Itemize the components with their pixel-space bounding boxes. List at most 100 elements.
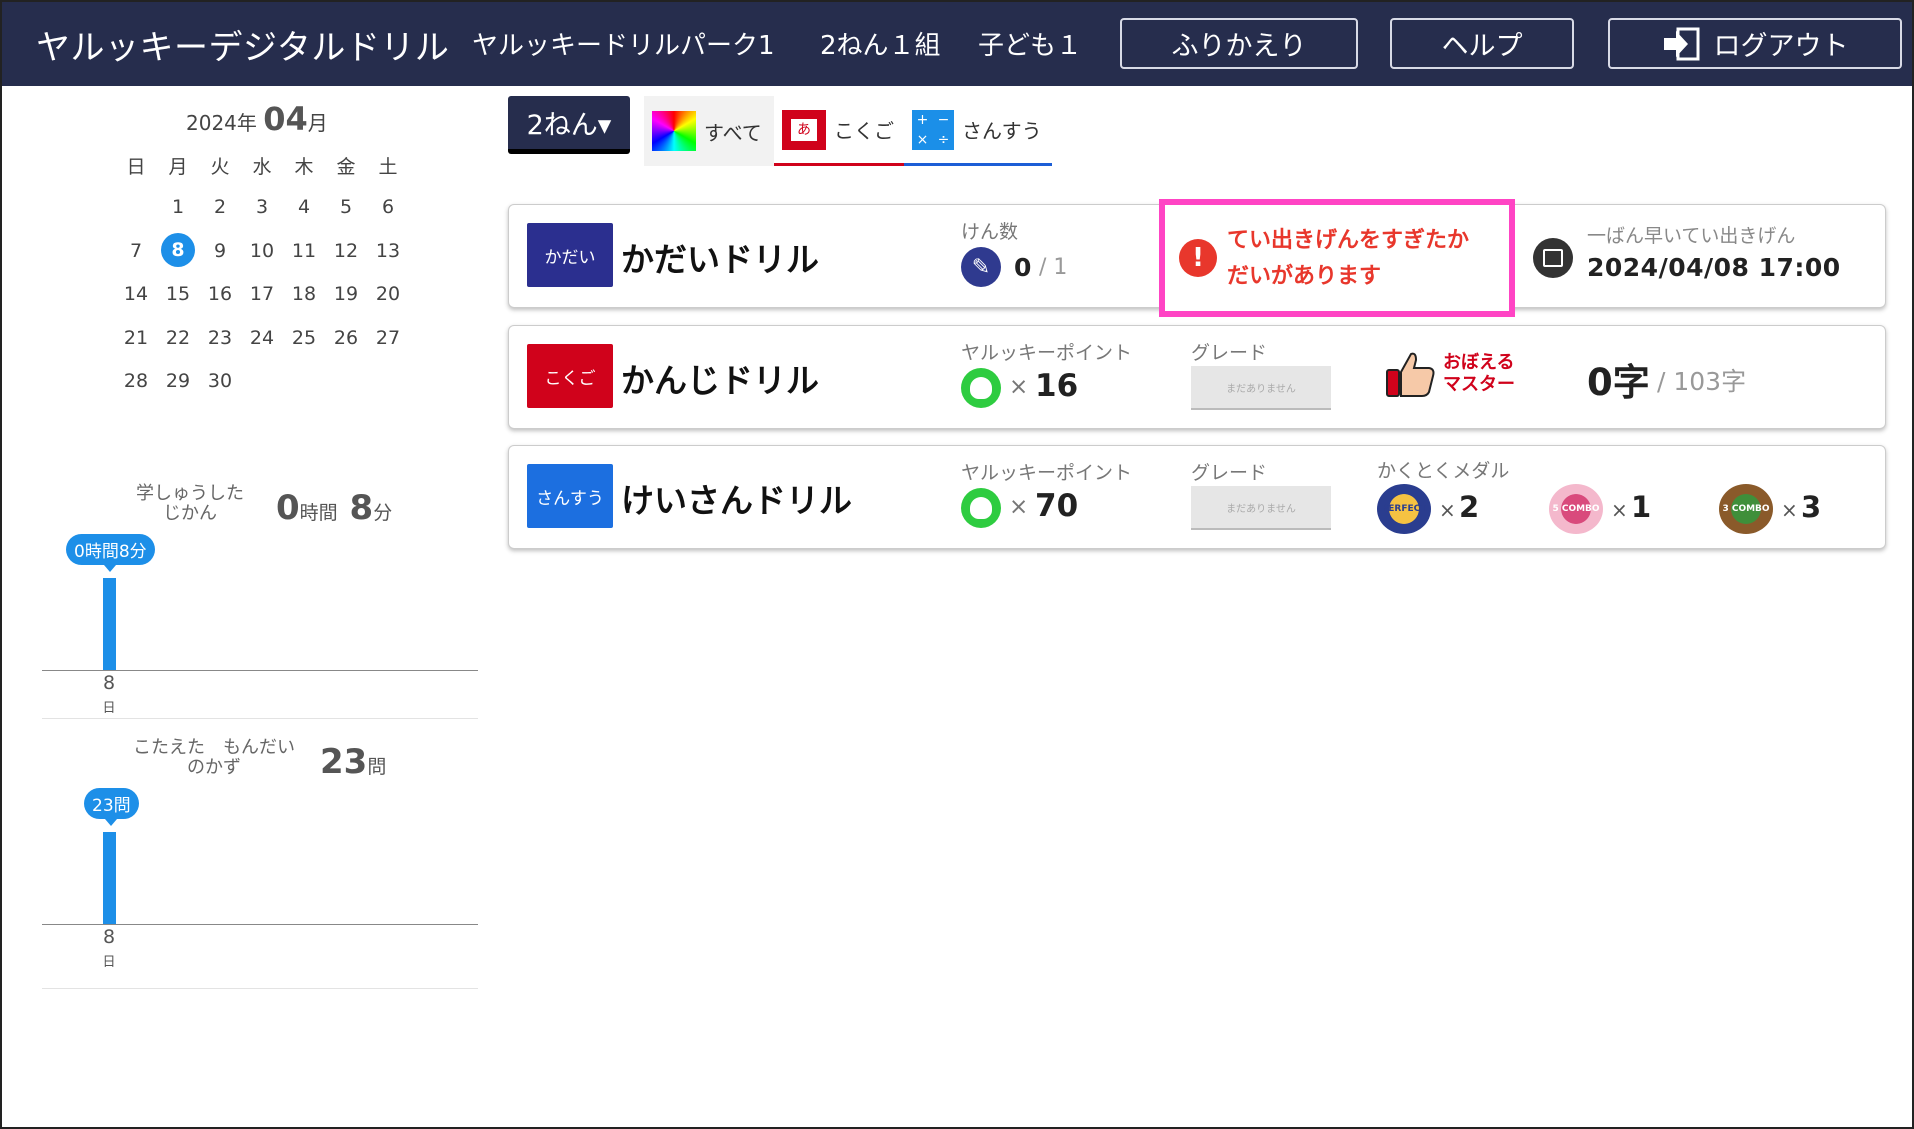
kanji-grade-box: まだありません	[1191, 366, 1331, 410]
kanji-points: 16	[1035, 368, 1079, 404]
calendar-weekday: 金	[336, 156, 356, 178]
deadline-label: 一ばん早いてい出きげん	[1587, 225, 1796, 247]
thumbs-up-icon	[1386, 352, 1435, 397]
calendar-day[interactable]: 7	[119, 240, 153, 262]
calendar-day[interactable]: 17	[245, 283, 279, 305]
calendar-weekday: 火	[210, 156, 230, 178]
answered-unit: 問	[367, 756, 387, 778]
answered-label-line2: のかず	[187, 757, 241, 778]
tab-sansu[interactable]: + − × ÷ さんすう	[904, 96, 1052, 166]
calendar-day[interactable]: 23	[203, 327, 237, 349]
combo5-medal-times: ×	[1611, 498, 1628, 522]
school-name: ヤルッキードリルパーク1	[472, 31, 775, 61]
calendar-day[interactable]: 21	[119, 327, 153, 349]
answered-bubble: 23問	[84, 788, 139, 826]
combo3-medal-icon: 3 COMBO	[1719, 484, 1773, 534]
calendar-day[interactable]: 20	[371, 283, 405, 305]
calendar-year: 2024年	[186, 111, 257, 135]
study-time-label-line2: じかん	[163, 503, 217, 524]
keisan-drill-card[interactable]: さんすう けいさんドリル ヤルッキーポイント × 70 グレード まだありません…	[508, 445, 1886, 549]
kadai-badge: かだい	[527, 223, 613, 287]
math-symbols-icon: + − × ÷	[912, 109, 954, 150]
calendar-day[interactable]: 1	[161, 196, 195, 218]
alert-icon: !	[1179, 239, 1217, 277]
logout-icon	[1663, 27, 1699, 60]
kanji-drill-card[interactable]: こくご かんじドリル ヤルッキーポイント × 16 グレード まだありません お…	[508, 325, 1886, 429]
calendar-day[interactable]: 10	[245, 240, 279, 262]
calendar-day[interactable]: 27	[371, 327, 405, 349]
combo3-medal-count: 3	[1801, 490, 1822, 524]
calendar-month-unit: 月	[307, 111, 328, 135]
study-hours: 0	[276, 488, 300, 528]
answered-axis-day: 8	[102, 926, 116, 948]
calendar-day[interactable]: 11	[287, 240, 321, 262]
calendar-day[interactable]: 4	[287, 196, 321, 218]
answered-value: 23問	[320, 742, 386, 782]
kadai-drill-card[interactable]: かだい かだいドリル けん数 ✎ 0 / 1 ! てい出きげんをすぎたか だいが…	[508, 199, 1886, 317]
tab-kokugo-label: こくご	[834, 119, 894, 143]
kokugo-badge: こくご	[527, 344, 613, 408]
kadai-count-total: / 1	[1039, 255, 1068, 280]
calendar-weekday: 日	[126, 156, 146, 178]
kadai-count-label: けん数	[961, 221, 1019, 243]
calendar-day[interactable]: 30	[203, 370, 237, 392]
calendar-day[interactable]: 2	[203, 196, 237, 218]
calendar-day[interactable]: 19	[329, 283, 363, 305]
math-times: ×	[916, 131, 929, 148]
calendar-day[interactable]: 26	[329, 327, 363, 349]
kokugo-icon-char: あ	[791, 118, 817, 141]
calendar-day[interactable]: 25	[287, 327, 321, 349]
kadai-title: かだいドリル	[621, 240, 819, 279]
calendar-day[interactable]: 29	[161, 370, 195, 392]
overdue-alert-line2: だいがあります	[1227, 264, 1382, 289]
sidebar-divider	[42, 988, 478, 989]
review-button[interactable]: ふりかえり	[1120, 18, 1358, 69]
child-name: 子ども１	[978, 31, 1083, 61]
calendar-day-today[interactable]: 8	[161, 232, 195, 267]
help-button[interactable]: ヘルプ	[1390, 18, 1574, 69]
pencil-icon: ✎	[961, 247, 1001, 287]
calendar-day[interactable]: 14	[119, 283, 153, 305]
grade-select[interactable]: 2ねん▾	[508, 96, 630, 154]
calendar-day[interactable]: 9	[203, 240, 237, 262]
answered-axis-unit: 日	[102, 955, 116, 970]
calendar-check-icon	[1533, 238, 1573, 278]
class-name: 2ねん１組	[820, 31, 941, 61]
sansu-badge: さんすう	[527, 464, 613, 528]
math-minus: −	[937, 111, 950, 128]
calendar-day[interactable]: 5	[329, 196, 363, 218]
combo5-medal-icon: 5 COMBO	[1549, 484, 1603, 534]
calendar-day[interactable]: 16	[203, 283, 237, 305]
overdue-alert-text: てい出きげんをすぎたか だいがあります	[1227, 223, 1507, 295]
tab-kokugo[interactable]: あ こくご	[774, 96, 904, 166]
deadline-value: 2024/04/08 17:00	[1587, 253, 1841, 282]
study-time-axis-day: 8	[102, 672, 116, 694]
perfect-medal-times: ×	[1439, 498, 1456, 522]
kanji-count: 0字	[1587, 361, 1650, 404]
tab-all-label: すべて	[704, 120, 762, 145]
calendar-day[interactable]: 18	[287, 283, 321, 305]
calendar-day[interactable]: 28	[119, 370, 153, 392]
calendar-day[interactable]: 24	[245, 327, 279, 349]
memorize-line1: おぼえる	[1443, 352, 1515, 373]
calendar-day[interactable]: 6	[371, 196, 405, 218]
kanji-times: ×	[1009, 374, 1029, 400]
app-title: ヤルッキーデジタルドリル	[36, 28, 450, 68]
study-time-axis-unit: 日	[102, 701, 116, 716]
tab-all[interactable]: すべて	[644, 96, 774, 166]
calendar-day[interactable]: 13	[371, 240, 405, 262]
answered-label-line1: こたえた もんだい	[133, 737, 295, 758]
combo3-medal-times: ×	[1781, 498, 1798, 522]
kokugo-book-icon: あ	[782, 109, 826, 150]
calendar-weekday: 土	[378, 156, 398, 178]
logout-button[interactable]: ログアウト	[1608, 18, 1902, 69]
logout-label: ログアウト	[1713, 31, 1849, 62]
calendar-day[interactable]: 22	[161, 327, 195, 349]
kadai-count: 0	[1014, 253, 1032, 282]
keisan-points: 70	[1035, 488, 1079, 524]
calendar-day[interactable]: 12	[329, 240, 363, 262]
study-time-value: 0時間 8分	[276, 488, 392, 528]
keisan-times: ×	[1009, 494, 1029, 520]
calendar-day[interactable]: 15	[161, 283, 195, 305]
calendar-day[interactable]: 3	[245, 196, 279, 218]
